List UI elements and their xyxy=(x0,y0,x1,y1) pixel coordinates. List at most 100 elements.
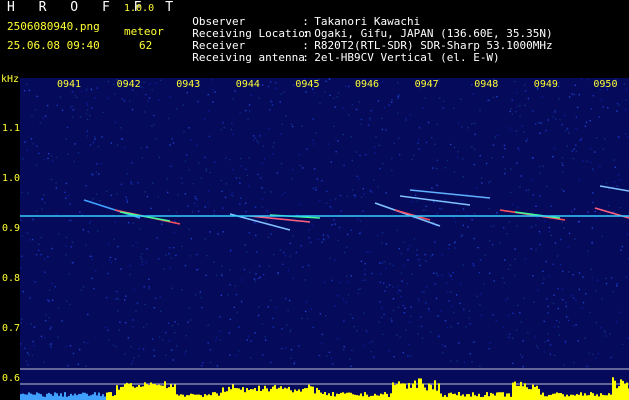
activity-bar xyxy=(284,387,286,400)
noise-dot xyxy=(596,216,598,219)
noise-dot xyxy=(238,326,240,328)
noise-dot xyxy=(547,305,549,308)
noise-dot xyxy=(563,364,566,366)
noise-dot xyxy=(359,288,361,290)
noise-dot xyxy=(516,105,518,108)
activity-bar xyxy=(354,394,356,400)
noise-dot xyxy=(116,297,118,300)
noise-dot xyxy=(289,255,292,257)
noise-dot xyxy=(247,118,249,120)
noise-dot xyxy=(254,332,256,334)
noise-dot xyxy=(492,244,494,246)
noise-dot xyxy=(510,168,512,170)
noise-dot xyxy=(80,116,82,118)
noise-dot xyxy=(573,361,575,364)
activity-bar xyxy=(264,385,266,400)
noise-dot xyxy=(132,319,134,321)
noise-dot xyxy=(241,279,243,281)
noise-dot xyxy=(388,284,391,286)
noise-dot xyxy=(85,112,87,115)
activity-bar xyxy=(34,394,36,400)
activity-bar xyxy=(326,395,328,400)
noise-dot xyxy=(505,299,507,301)
noise-dot xyxy=(377,100,380,102)
noise-dot xyxy=(270,191,272,193)
noise-dot xyxy=(229,318,232,320)
noise-dot xyxy=(616,110,618,112)
noise-dot xyxy=(256,140,258,142)
noise-dot xyxy=(230,194,232,196)
noise-dot xyxy=(492,314,494,316)
noise-dot xyxy=(536,216,538,218)
noise-dot xyxy=(108,242,110,245)
noise-dot xyxy=(120,183,123,185)
activity-bar xyxy=(288,386,290,400)
noise-dot xyxy=(592,201,594,204)
noise-dot xyxy=(357,289,360,291)
noise-dot xyxy=(131,362,133,365)
noise-dot xyxy=(351,349,353,352)
noise-dot xyxy=(397,112,399,114)
activity-bar xyxy=(538,388,540,400)
noise-dot xyxy=(452,217,455,219)
activity-bar xyxy=(140,386,142,400)
noise-dot xyxy=(50,326,52,328)
noise-dot xyxy=(404,307,406,309)
noise-dot xyxy=(602,148,604,150)
noise-dot xyxy=(591,277,593,279)
noise-dot xyxy=(366,251,368,253)
noise-dot xyxy=(371,340,374,343)
noise-dot xyxy=(66,126,69,129)
noise-dot xyxy=(515,329,518,332)
noise-dot xyxy=(330,357,332,359)
noise-dot xyxy=(172,247,175,249)
noise-dot xyxy=(267,85,270,88)
noise-dot xyxy=(349,313,352,316)
noise-dot xyxy=(89,114,91,117)
noise-dot xyxy=(509,110,511,113)
noise-dot xyxy=(457,322,459,325)
activity-bar xyxy=(280,386,282,400)
noise-dot xyxy=(213,161,215,163)
noise-dot xyxy=(207,324,209,326)
noise-dot xyxy=(552,263,554,265)
noise-dot xyxy=(72,109,75,111)
noise-dot xyxy=(384,261,386,263)
activity-bar xyxy=(596,394,598,400)
activity-bar xyxy=(572,394,574,400)
noise-dot xyxy=(205,168,207,170)
noise-dot xyxy=(463,361,466,364)
noise-dot xyxy=(166,178,168,180)
noise-dot xyxy=(354,196,356,199)
noise-dot xyxy=(167,117,170,120)
noise-dot xyxy=(33,326,36,328)
noise-dot xyxy=(550,205,552,207)
noise-dot xyxy=(202,362,204,364)
noise-dot xyxy=(94,138,96,140)
noise-dot xyxy=(436,123,438,126)
noise-dot xyxy=(157,195,159,198)
noise-dot xyxy=(229,250,232,252)
noise-dot xyxy=(48,289,51,291)
noise-dot xyxy=(381,117,383,120)
noise-dot xyxy=(537,347,539,349)
activity-bar xyxy=(250,389,252,400)
noise-dot xyxy=(55,156,58,159)
noise-dot xyxy=(259,276,261,279)
noise-dot xyxy=(424,209,426,211)
noise-dot xyxy=(174,331,176,334)
noise-dot xyxy=(456,156,459,159)
noise-dot xyxy=(591,227,593,229)
activity-bar xyxy=(548,394,550,400)
noise-dot xyxy=(86,135,89,137)
noise-dot xyxy=(61,320,63,322)
activity-bar xyxy=(620,379,622,400)
activity-bar xyxy=(570,394,572,400)
activity-bar xyxy=(136,386,138,400)
noise-dot xyxy=(329,94,331,96)
noise-dot xyxy=(59,96,62,98)
noise-dot xyxy=(450,360,452,362)
noise-dot xyxy=(85,365,87,367)
activity-bar xyxy=(358,395,360,400)
activity-bar xyxy=(438,383,440,400)
